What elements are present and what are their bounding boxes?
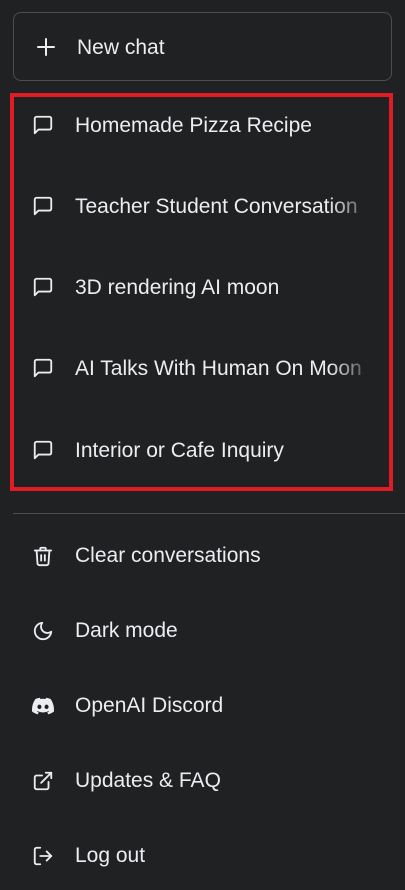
dark-mode-toggle[interactable]: Dark mode: [14, 603, 394, 659]
external-link-icon: [32, 770, 54, 792]
plus-icon: [36, 37, 56, 57]
openai-discord-label: OpenAI Discord: [75, 694, 224, 717]
conversation-item[interactable]: 3D rendering AI moon: [14, 260, 389, 316]
openai-discord-link[interactable]: OpenAI Discord: [14, 678, 394, 734]
new-chat-label: New chat: [77, 36, 165, 59]
conversation-item[interactable]: Homemade Pizza Recipe: [14, 98, 389, 154]
updates-faq-label: Updates & FAQ: [75, 769, 221, 792]
chat-bubble-icon: [32, 357, 54, 379]
chat-bubble-icon: [32, 276, 54, 298]
conversation-title: 3D rendering AI moon: [75, 276, 280, 299]
chat-bubble-icon: [32, 114, 54, 136]
log-out-label: Log out: [75, 844, 146, 867]
chat-bubble-icon: [32, 195, 54, 217]
dark-mode-label: Dark mode: [75, 619, 178, 642]
moon-icon: [32, 620, 54, 642]
new-chat-button[interactable]: New chat: [13, 12, 392, 81]
updates-faq-link[interactable]: Updates & FAQ: [14, 753, 394, 809]
trash-icon: [32, 545, 54, 567]
conversation-item[interactable]: AI Talks With Human On Moon: [14, 341, 389, 397]
clear-conversations-label: Clear conversations: [75, 544, 261, 567]
conversation-title: Teacher Student Conversation: [75, 195, 358, 218]
log-out-button[interactable]: Log out: [14, 828, 394, 884]
conversation-item[interactable]: Teacher Student Conversation: [14, 179, 389, 235]
divider: [13, 513, 405, 514]
conversation-item[interactable]: Interior or Cafe Inquiry: [14, 423, 389, 479]
clear-conversations-button[interactable]: Clear conversations: [14, 528, 394, 584]
logout-icon: [32, 845, 54, 867]
conversation-title: Interior or Cafe Inquiry: [75, 439, 284, 462]
discord-icon: [32, 695, 54, 717]
conversation-title: Homemade Pizza Recipe: [75, 114, 312, 137]
conversation-title: AI Talks With Human On Moon: [75, 357, 362, 380]
chat-bubble-icon: [32, 439, 54, 461]
